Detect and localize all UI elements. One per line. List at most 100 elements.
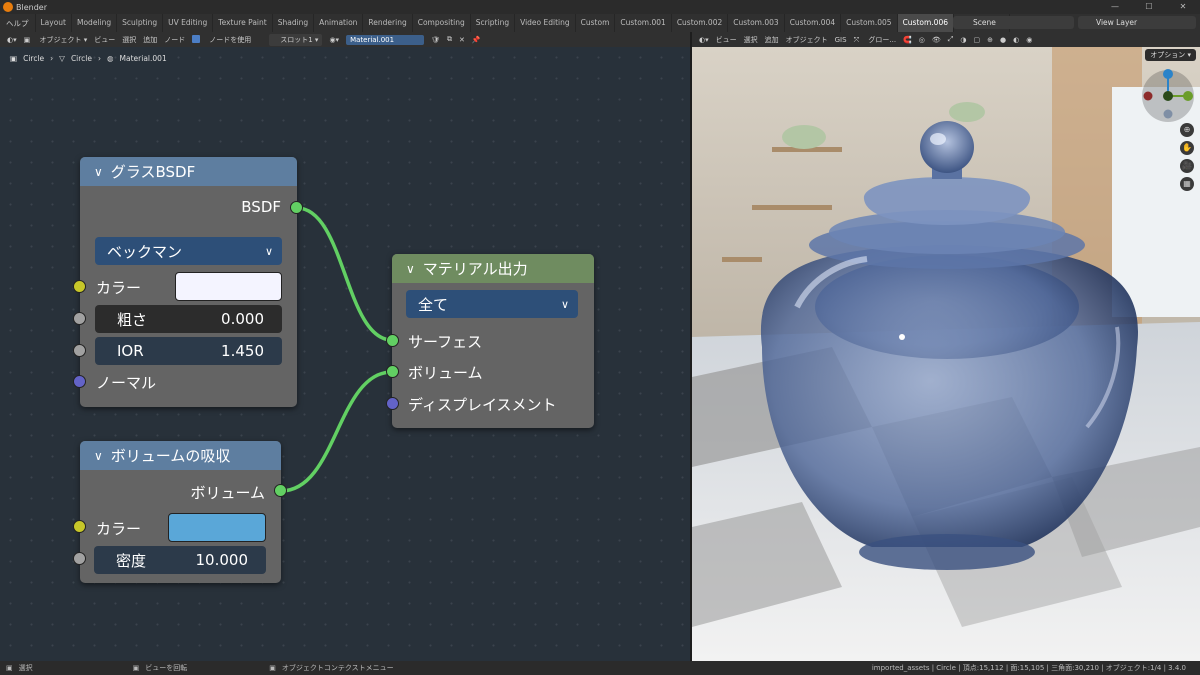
material-browse-icon[interactable]: ◉▾ <box>329 36 339 44</box>
menu-gis[interactable]: GIS <box>835 36 847 44</box>
density-input-socket[interactable] <box>73 552 86 565</box>
node-header[interactable]: ∨ グラスBSDF <box>80 157 297 186</box>
tab-custom-001[interactable]: Custom.001 <box>614 14 670 32</box>
camera-icon[interactable]: 🎥 <box>1180 159 1194 173</box>
tab-scripting[interactable]: Scripting <box>469 14 514 32</box>
menu-add[interactable]: 追加 <box>143 35 157 45</box>
tab-custom-003[interactable]: Custom.003 <box>727 14 783 32</box>
transform-orientation-selector[interactable]: ⤧ グロー... <box>854 35 897 45</box>
tab-layout[interactable]: Layout <box>34 14 72 32</box>
menu-add[interactable]: 追加 <box>765 35 779 45</box>
collapse-chevron-icon[interactable]: ∨ <box>94 449 103 463</box>
material-name-field[interactable]: Material.001 <box>346 34 425 45</box>
xray-icon[interactable]: ▢ <box>974 36 981 44</box>
volume-absorption-node[interactable]: ∨ ボリュームの吸収 ボリューム カラー 密度 10.000 <box>80 441 281 583</box>
navigation-gizmo[interactable] <box>1138 66 1198 126</box>
tab-animation[interactable]: Animation <box>313 14 362 32</box>
tab-custom-004[interactable]: Custom.004 <box>783 14 840 32</box>
menu-node[interactable]: ノード <box>164 35 185 45</box>
menu-object[interactable]: オブジェクト <box>786 35 828 45</box>
tab-shading[interactable]: Shading <box>271 14 313 32</box>
duplicate-icon[interactable]: ⧉ <box>447 35 452 44</box>
surface-input-socket[interactable] <box>386 334 399 347</box>
shading-rendered-icon[interactable]: ◉ <box>1026 36 1032 44</box>
density-field[interactable]: 密度 10.000 <box>94 546 266 574</box>
menu-help[interactable]: ヘルプ <box>0 18 35 29</box>
distribution-dropdown[interactable]: ベックマン ∨ <box>95 237 282 265</box>
target-dropdown[interactable]: 全て ∨ <box>406 290 578 318</box>
tab-video-editing[interactable]: Video Editing <box>514 14 575 32</box>
shading-wire-icon[interactable]: ⊕ <box>987 36 993 44</box>
color-swatch[interactable] <box>175 272 282 301</box>
tab-rendering[interactable]: Rendering <box>362 14 411 32</box>
collapse-chevron-icon[interactable]: ∨ <box>406 262 415 276</box>
3d-viewport[interactable] <box>692 47 1200 661</box>
node-header[interactable]: ∨ ボリュームの吸収 <box>80 441 281 470</box>
menu-select[interactable]: 選択 <box>122 35 136 45</box>
chevron-down-icon: ∨ <box>264 244 273 258</box>
displacement-input-socket[interactable] <box>386 397 399 410</box>
gizmo-icon[interactable]: ⤢ <box>948 35 954 44</box>
pin-icon[interactable]: 📌 <box>472 36 481 44</box>
tab-texture-paint[interactable]: Texture Paint <box>212 14 271 32</box>
status-context: オブジェクトコンテクストメニュー <box>281 664 394 672</box>
maximize-icon[interactable]: ☐ <box>1132 0 1166 14</box>
fake-user-icon[interactable]: 🛡 <box>431 36 440 44</box>
absorption-color-input-socket[interactable] <box>73 520 86 533</box>
options-button[interactable]: オプション ▾ <box>1145 49 1196 61</box>
use-nodes-checkbox[interactable]: ノードを使用 <box>192 34 251 45</box>
close-icon[interactable]: ✕ <box>1166 0 1200 14</box>
status-select: 選択 <box>18 664 33 672</box>
tab-custom-006[interactable]: Custom.006 <box>896 14 953 32</box>
bsdf-output-socket[interactable] <box>290 201 303 214</box>
visibility-icon[interactable]: 👁 <box>932 36 941 44</box>
ior-input-socket[interactable] <box>73 344 86 357</box>
tab-modeling[interactable]: Modeling <box>71 14 116 32</box>
node-header[interactable]: ∨ マテリアル出力 <box>392 254 594 283</box>
tab-custom-002[interactable]: Custom.002 <box>670 14 727 32</box>
mouse-right-icon: ▣ <box>269 664 276 672</box>
scene-selector[interactable]: Scene <box>953 16 1074 29</box>
menu-view[interactable]: ビュー <box>716 35 737 45</box>
menu-view[interactable]: ビュー <box>94 35 115 45</box>
viewport-header: ◐▾ ビュー 選択 追加 オブジェクト GIS ⤧ グロー... 🧲 ◎ 👁 ⤢… <box>692 32 1200 47</box>
collapse-chevron-icon[interactable]: ∨ <box>94 165 103 179</box>
pan-hand-icon[interactable]: ✋ <box>1180 141 1194 155</box>
mouse-left-icon: ▣ <box>6 664 13 672</box>
volume-output-label: ボリューム <box>190 484 265 502</box>
tab-uv-editing[interactable]: UV Editing <box>162 14 212 32</box>
zoom-icon[interactable]: ⊕ <box>1180 123 1194 137</box>
chevron-down-icon: ∨ <box>560 297 569 311</box>
tab-sculpting[interactable]: Sculpting <box>116 14 162 32</box>
editor-type-icon[interactable]: ◐▾ <box>7 36 17 44</box>
proportional-edit-icon[interactable]: ◎ <box>919 36 925 44</box>
minimize-icon[interactable]: — <box>1098 0 1132 14</box>
overlay-icon[interactable]: ◑ <box>960 36 966 44</box>
mouse-middle-icon: ▣ <box>132 664 140 672</box>
shading-material-icon[interactable]: ◐ <box>1013 36 1019 44</box>
roughness-field[interactable]: 粗さ 0.000 <box>95 305 282 333</box>
unlink-icon[interactable]: ✕ <box>459 36 465 44</box>
tab-custom[interactable]: Custom <box>574 14 615 32</box>
volume-output-socket[interactable] <box>274 484 287 497</box>
slot-selector[interactable]: スロット1 ▾ <box>269 33 323 46</box>
tab-custom-005[interactable]: Custom.005 <box>840 14 896 32</box>
mode-selector[interactable]: ▣ オブジェクト ▾ <box>24 35 88 45</box>
material-output-node[interactable]: ∨ マテリアル出力 全て ∨ サーフェス ボリューム ディスプレイスメント <box>392 254 594 428</box>
mesh-icon: ▽ <box>59 54 65 63</box>
tab-compositing[interactable]: Compositing <box>411 14 470 32</box>
menu-select[interactable]: 選択 <box>744 35 758 45</box>
glass-bsdf-node[interactable]: ∨ グラスBSDF BSDF ベックマン ∨ カラー 粗さ 0.000 IOR 1.4… <box>80 157 297 407</box>
shading-solid-icon[interactable]: ● <box>1000 36 1006 44</box>
snap-icon[interactable]: 🧲 <box>903 36 912 44</box>
status-rotate: ビューを回転 <box>145 664 188 672</box>
color-input-socket[interactable] <box>73 280 86 293</box>
roughness-input-socket[interactable] <box>73 312 86 325</box>
normal-input-socket[interactable] <box>73 375 86 388</box>
grid-icon[interactable]: ▦ <box>1180 177 1194 191</box>
absorption-color-swatch[interactable] <box>168 513 266 542</box>
view-layer-selector[interactable]: View Layer <box>1078 16 1196 29</box>
editor-type-icon[interactable]: ◐▾ <box>699 36 709 44</box>
volume-input-socket[interactable] <box>386 365 399 378</box>
ior-field[interactable]: IOR 1.450 <box>95 337 282 365</box>
